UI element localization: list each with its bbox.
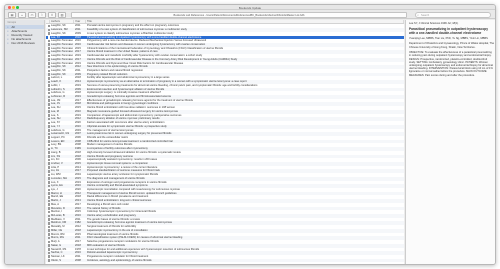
paper-abstract: OBJECTIVE: To evaluate the effectiveness… — [409, 51, 493, 77]
year-cell: 2008 — [75, 258, 81, 262]
reference-detail-pane: Lee SY, J Clinical Sciences 1999 Jul; 18… — [405, 20, 495, 264]
sidebar-toggle-button[interactable]: ▤ — [8, 11, 16, 18]
attachment-button[interactable]: ⌇ — [38, 11, 46, 18]
folder-icon: ▭ — [30, 12, 34, 17]
sidebar-item-label: Dec 2016 Reviews — [11, 41, 35, 46]
column-header-authors[interactable]: Authors — [50, 20, 74, 24]
table-row[interactable]: Okolo, S 2008 Incidence, aetiology and epi… — [46, 258, 404, 263]
toolbar: ▤ + ▭ ⌇ ⇪ ▥ Bookends Lab References - Us… — [5, 10, 495, 19]
columns-icon: ▥ — [60, 12, 64, 17]
app-window: Bookends Update ▤ + ▭ ⌇ ⇪ ▥ Bookends Lab… — [4, 4, 496, 265]
new-reference-button[interactable]: + — [18, 11, 26, 18]
sidebar-item[interactable]: ▪ Dec 2016 Reviews — [5, 41, 44, 45]
search-input[interactable]: ⌕ Search — [415, 11, 491, 18]
reference-list: Authors Year Title Laughlin, SK 2011 Prena… — [46, 20, 404, 264]
plus-icon: + — [21, 12, 23, 17]
view-mode-button[interactable]: ▥ — [58, 11, 66, 18]
share-icon: ⇪ — [50, 12, 54, 17]
author-cell: Okolo, S — [51, 258, 61, 262]
citation-line: Lee SY, J Clinical Sciences 1999 Jul; 18… — [409, 22, 459, 25]
column-header-title[interactable]: Title — [86, 20, 404, 24]
paper-authors: Yuanqing Lee, MBBS, Tian Liu, PhD, Yu Ng… — [409, 37, 488, 40]
title-cell: Incidence, aetiology and epidemiology of… — [87, 258, 152, 262]
paper-title: Parasitical pneumatizing in outpatient h… — [409, 27, 488, 35]
library-path: Bookends Lab References - Users/Patient/… — [71, 11, 407, 18]
column-header-year[interactable]: Year — [74, 20, 86, 24]
share-button[interactable]: ⇪ — [48, 11, 56, 18]
table-body: Laughlin, SK 2011 Prenatal uterine leiomyo… — [46, 24, 404, 263]
sidebar-icon: ▤ — [10, 12, 14, 17]
folder-icon: ▪ — [7, 41, 9, 46]
group-button[interactable]: ▭ — [28, 11, 36, 18]
search-placeholder: Search — [421, 13, 430, 17]
sidebar: Groups ▪ All ▪ Attachments ▪ Recently Viewed ▪ N… — [5, 20, 45, 264]
paper-affiliation: Department of Obstetrics and Gynaecology… — [409, 42, 495, 49]
paperclip-icon: ⌇ — [41, 12, 43, 17]
search-icon: ⌕ — [417, 12, 419, 17]
